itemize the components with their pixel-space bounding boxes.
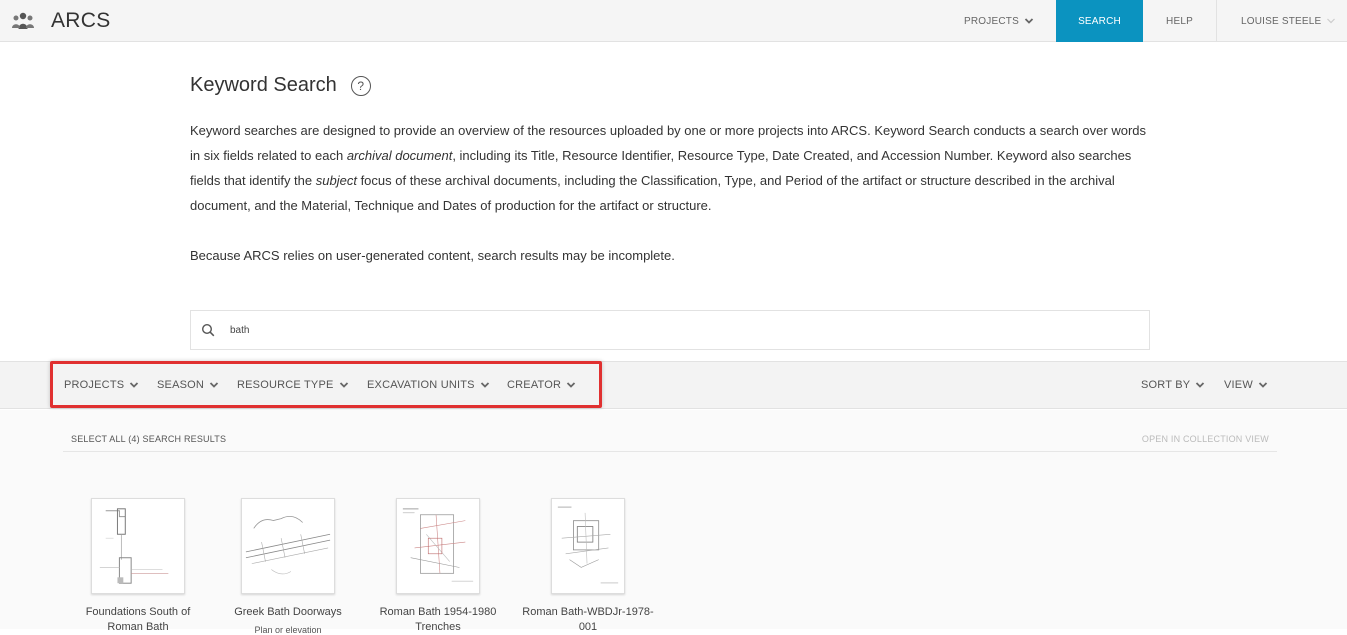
result-subtitle: Plan or elevation — [254, 625, 322, 635]
result-title[interactable]: Foundations South of Roman Bath — [68, 605, 208, 635]
filter-projects[interactable]: PROJECTS — [64, 362, 139, 408]
help-glyph: ? — [357, 78, 365, 93]
nav-projects-label: PROJECTS — [964, 15, 1019, 27]
people-group-icon — [12, 12, 34, 29]
result-title[interactable]: Roman Bath 1954-1980 Trenches — [368, 605, 508, 635]
sort-by-label: SORT BY — [1141, 379, 1191, 391]
filter-resource-type[interactable]: RESOURCE TYPE — [237, 362, 349, 408]
results-header: SELECT ALL (4) SEARCH RESULTS OPEN IN CO… — [63, 430, 1277, 452]
result-title[interactable]: Greek Bath Doorways — [218, 605, 358, 620]
search-bar — [190, 310, 1150, 350]
search-results: SELECT ALL (4) SEARCH RESULTS OPEN IN CO… — [0, 410, 1347, 635]
page-header: Keyword Search ? — [190, 74, 371, 97]
description-paragraph-1: Keyword searches are designed to provide… — [190, 118, 1150, 218]
chevron-down-icon — [1024, 18, 1034, 24]
brand[interactable]: ARCS — [10, 0, 111, 42]
chevron-down-icon — [339, 382, 348, 388]
filter-resource-type-label: RESOURCE TYPE — [237, 379, 334, 391]
nav-search-label: SEARCH — [1078, 15, 1121, 27]
desc-emphasis: subject — [315, 173, 357, 188]
sort-by-dropdown[interactable]: SORT BY — [1141, 362, 1205, 408]
search-icon[interactable] — [201, 323, 215, 337]
filter-creator-label: CREATOR — [507, 379, 562, 391]
select-all-link[interactable]: SELECT ALL (4) SEARCH RESULTS — [71, 434, 226, 444]
chevron-down-icon — [209, 382, 219, 388]
chevron-down-icon — [1258, 382, 1268, 388]
document-thumbnail[interactable] — [91, 498, 185, 594]
result-card[interactable]: Greek Bath Doorways Plan or elevation — [218, 498, 358, 635]
nav-help-label: HELP — [1166, 15, 1193, 27]
page-title: Keyword Search — [190, 74, 337, 96]
chevron-down-icon — [567, 382, 576, 388]
search-input[interactable] — [230, 324, 1110, 336]
result-card[interactable]: Roman Bath 1954-1980 Trenches — [368, 498, 508, 635]
chevron-down-icon — [1196, 382, 1205, 388]
filter-season-label: SEASON — [157, 379, 205, 391]
result-title[interactable]: Roman Bath-WBDJr-1978-001 — [518, 605, 658, 635]
filter-season[interactable]: SEASON — [157, 362, 219, 408]
view-dropdown[interactable]: VIEW — [1224, 362, 1268, 408]
main-nav: PROJECTS SEARCH HELP LOUISE STEELE — [964, 0, 1347, 42]
filter-excavation-units[interactable]: EXCAVATION UNITS — [367, 362, 490, 408]
document-thumbnail[interactable] — [396, 498, 480, 594]
nav-search[interactable]: SEARCH — [1056, 0, 1143, 42]
description-paragraph-2: Because ARCS relies on user-generated co… — [190, 248, 675, 263]
desc-emphasis: archival document — [346, 148, 453, 163]
filter-bar: PROJECTS SEASON RESOURCE TYPE EXCAVATION… — [0, 361, 1347, 409]
document-thumbnail[interactable] — [551, 498, 625, 594]
view-label: VIEW — [1224, 379, 1253, 391]
chevron-down-icon — [1327, 18, 1336, 24]
filter-creator[interactable]: CREATOR — [507, 362, 576, 408]
result-card[interactable]: Roman Bath-WBDJr-1978-001 — [518, 498, 658, 635]
chevron-down-icon — [130, 382, 139, 388]
filter-excavation-units-label: EXCAVATION UNITS — [367, 379, 475, 391]
result-card[interactable]: Foundations South of Roman Bath — [68, 498, 208, 635]
nav-user-menu[interactable]: LOUISE STEELE — [1217, 0, 1347, 42]
app-name: ARCS — [51, 9, 111, 32]
document-thumbnail[interactable] — [241, 498, 335, 594]
chevron-down-icon — [480, 382, 489, 388]
help-icon[interactable]: ? — [350, 75, 371, 96]
nav-user-label: LOUISE STEELE — [1241, 15, 1322, 27]
filter-projects-label: PROJECTS — [64, 379, 125, 391]
nav-help[interactable]: HELP — [1143, 0, 1217, 42]
nav-projects[interactable]: PROJECTS — [964, 0, 1056, 42]
top-nav-bar: ARCS PROJECTS SEARCH HELP LOUISE STEELE — [0, 0, 1347, 42]
open-collection-view-link[interactable]: OPEN IN COLLECTION VIEW — [1142, 434, 1269, 444]
page-description: Keyword searches are designed to provide… — [190, 118, 1150, 268]
